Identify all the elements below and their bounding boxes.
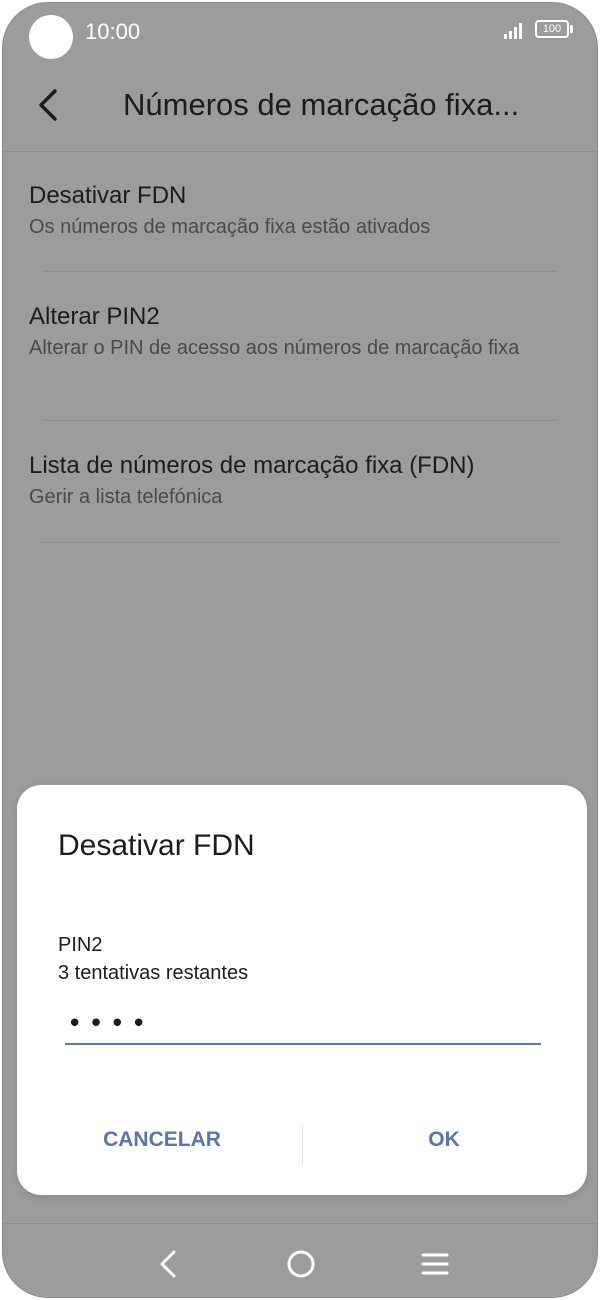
page-title: Números de marcação fixa...: [123, 87, 520, 122]
nav-recents-icon[interactable]: [415, 1246, 455, 1282]
button-divider: [302, 1125, 303, 1165]
battery-level: 100: [542, 23, 562, 35]
nav-back-icon[interactable]: [149, 1246, 189, 1282]
list-item-change-pin2[interactable]: Alterar PIN2 Alterar o PIN de acesso aos…: [3, 272, 597, 421]
chevron-left-icon[interactable]: [33, 83, 67, 127]
list-item-subtitle: Os números de marcação fixa estão ativad…: [29, 216, 431, 238]
list-item-title: Desativar FDN: [29, 182, 187, 209]
phone-screen: 10:00 100 Números de marcação fixa... De…: [2, 2, 598, 1298]
pin2-input[interactable]: [65, 1005, 541, 1045]
camera-cutout: [29, 15, 73, 59]
settings-list: Desativar FDN Os números de marcação fix…: [3, 151, 597, 543]
list-item-fdn-list[interactable]: Lista de números de marcação fixa (FDN) …: [3, 421, 597, 543]
attempts-remaining: 3 tentativas restantes: [58, 962, 249, 984]
pin2-label: PIN2: [58, 934, 103, 956]
ok-button[interactable]: OK: [309, 1115, 579, 1165]
dialog-label: PIN2 3 tentativas restantes: [58, 931, 248, 987]
pin2-dialog: Desativar FDN PIN2 3 tentativas restante…: [17, 785, 587, 1195]
list-item-subtitle: Gerir a lista telefónica: [29, 486, 223, 508]
list-item-disable-fdn[interactable]: Desativar FDN Os números de marcação fix…: [3, 151, 597, 272]
status-time: 10:00: [85, 19, 141, 44]
list-item-title: Lista de números de marcação fixa (FDN): [29, 452, 475, 479]
list-item-title: Alterar PIN2: [29, 303, 160, 330]
dialog-title: Desativar FDN: [58, 829, 255, 862]
list-item-subtitle: Alterar o PIN de acesso aos números de m…: [29, 337, 520, 359]
divider: [43, 542, 557, 543]
cancel-button[interactable]: CANCELAR: [27, 1115, 297, 1165]
app-bar: Números de marcação fixa...: [3, 59, 597, 152]
battery-icon: 100: [535, 20, 569, 38]
battery-tip: [570, 25, 573, 33]
navigation-bar: [3, 1223, 597, 1297]
signal-icon: [504, 23, 522, 39]
status-bar: 10:00 100: [3, 3, 597, 59]
nav-home-icon[interactable]: [281, 1246, 321, 1282]
